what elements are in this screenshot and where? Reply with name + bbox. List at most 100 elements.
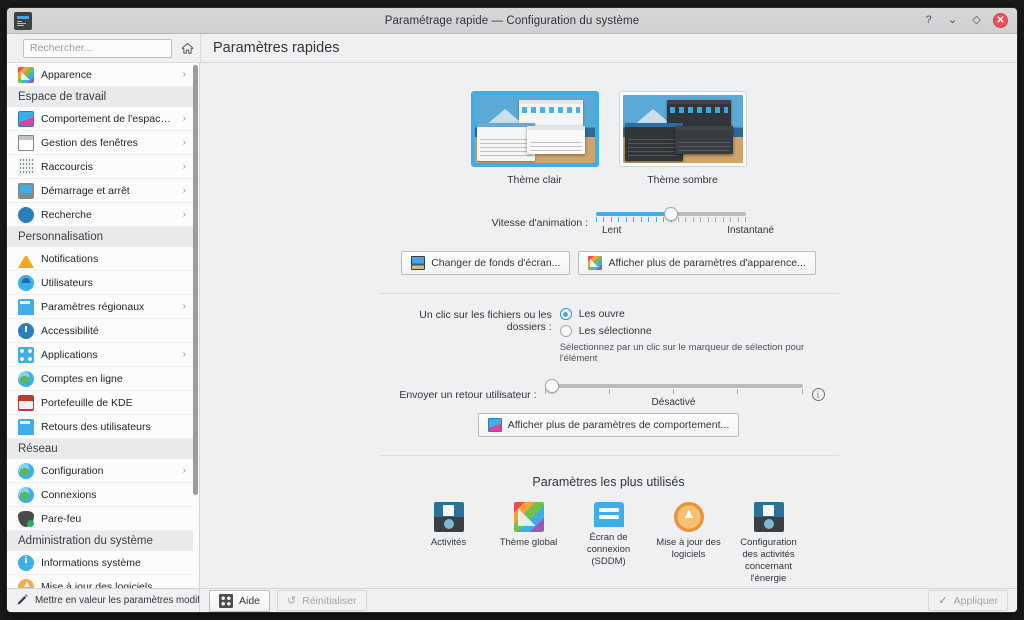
more-appearance-settings-button[interactable]: Afficher plus de paramètres d'apparence.…	[578, 251, 816, 275]
wallpaper-icon	[411, 256, 426, 270]
sidebar-item-utilisateurs[interactable]: Utilisateurs	[7, 271, 193, 295]
theme-tile-dark[interactable]: Thème sombre	[618, 91, 747, 186]
sidebar-item-param-tres-r-gionaux[interactable]: Paramètres régionaux ›	[7, 295, 193, 319]
global-theme-icon	[513, 502, 544, 532]
info-icon[interactable]: i	[811, 388, 825, 401]
change-wallpaper-button[interactable]: Changer de fonds d'écran...	[401, 251, 571, 275]
sidebar-item-label: Connexions	[41, 488, 97, 501]
sidebar-item-connexions[interactable]: Connexions	[7, 483, 193, 507]
help-icon[interactable]: ?	[921, 13, 936, 28]
sidebar-item-retours-des-utilisateurs[interactable]: Retours des utilisateurs	[7, 415, 193, 439]
most-used-item-0[interactable]: Activités	[415, 502, 483, 585]
sidebar-item-informations-syst-me[interactable]: Informations système	[7, 551, 193, 575]
slider-tick	[663, 217, 665, 222]
user-feedback-state: Désactivé	[545, 397, 803, 411]
radio-button[interactable]	[559, 325, 572, 337]
sidebar-item-apparence[interactable]: Apparence ›	[7, 63, 193, 87]
sidebar-item-mise-jour-des-logiciels[interactable]: Mise à jour des logiciels	[7, 575, 193, 588]
kde-wallet-icon	[18, 394, 34, 411]
bell-icon	[18, 252, 34, 268]
chevron-right-icon: ›	[182, 69, 186, 80]
most-used-item-3[interactable]: Mise à jour des logiciels	[655, 502, 723, 585]
slider-tick	[685, 217, 687, 222]
most-used-item-1[interactable]: Thème global	[495, 502, 563, 585]
chevron-right-icon: ›	[182, 113, 186, 124]
theme-preview-image[interactable]	[618, 91, 747, 167]
maximize-icon[interactable]: ◇	[969, 13, 984, 28]
sidebar-item-label: Apparence	[41, 68, 92, 81]
most-used-title: Paramètres les plus utilisés	[532, 475, 685, 489]
title-bar[interactable]: Paramétrage rapide — Configuration du sy…	[7, 8, 1017, 34]
theme-label: Thème sombre	[647, 174, 718, 186]
click-behavior-options: Les ouvre Les sélectionne	[559, 308, 839, 337]
sidebar-item-accessibilit[interactable]: Accessibilité	[7, 319, 193, 343]
chevron-right-icon: ›	[182, 349, 186, 360]
sidebar-item-configuration[interactable]: Configuration ›	[7, 459, 193, 483]
slider-tick	[737, 389, 739, 394]
sidebar-section-header: Espace de travail	[7, 87, 193, 107]
applications-icon	[18, 346, 34, 363]
sidebar-scrollbar[interactable]	[193, 65, 198, 495]
chevron-right-icon: ›	[182, 301, 186, 312]
user-feedback-icon	[18, 418, 34, 435]
appearance-button-row: Changer de fonds d'écran... Afficher plus…	[401, 251, 816, 275]
help-button[interactable]: Aide	[209, 589, 271, 612]
slider-handle[interactable]	[544, 379, 559, 393]
click-behavior-option-0[interactable]: Les ouvre	[559, 308, 839, 320]
window-controls: ? ⌄ ◇ ✕	[921, 13, 1017, 28]
reset-button[interactable]: ↺ Réinitialiser	[277, 590, 367, 611]
click-behavior-option-1[interactable]: Les sélectionne	[559, 325, 839, 337]
sidebar-item-raccourcis[interactable]: Raccourcis ›	[7, 155, 193, 179]
slider-tick	[640, 217, 642, 222]
sidebar-item-comptes-en-ligne[interactable]: Comptes en ligne	[7, 367, 193, 391]
animation-speed-row: Vitesse d'animation : Lent Instantané	[471, 206, 774, 239]
undo-icon: ↺	[287, 595, 297, 607]
most-used-item-2[interactable]: Écran de connexion (SDDM)	[575, 502, 643, 585]
sidebar-item-d-marrage-et-arr-t[interactable]: Démarrage et arrêt ›	[7, 179, 193, 203]
apply-button[interactable]: ✓ Appliquer	[928, 590, 1008, 611]
slider-tick	[655, 217, 657, 222]
theme-preview-image[interactable]	[470, 91, 599, 167]
app-icon	[14, 11, 32, 30]
feedback-state-label: Désactivé	[651, 397, 696, 408]
home-icon[interactable]	[178, 39, 197, 58]
slider-tick	[737, 217, 739, 222]
most-used-list: Activités Thème global Écran de connexion …	[415, 502, 803, 585]
sidebar-item-comportement-de-l-espace[interactable]: Comportement de l'espace ... ›	[7, 107, 193, 131]
divider-behavior	[378, 455, 839, 456]
sidebar-item-applications[interactable]: Applications ›	[7, 343, 193, 367]
slider-tick	[610, 217, 612, 222]
sidebar-section-header: Réseau	[7, 439, 193, 459]
minimize-icon[interactable]: ⌄	[945, 13, 960, 28]
radio-button[interactable]	[559, 308, 572, 320]
most-used-item-4[interactable]: Configuration des activités concernant l…	[735, 502, 803, 585]
sidebar-item-portefeuille-de-kde[interactable]: Portefeuille de KDE	[7, 391, 193, 415]
firewall-icon	[18, 510, 34, 527]
slider-handle[interactable]	[664, 207, 678, 221]
hamburger-icon[interactable]	[13, 38, 17, 58]
animation-speed-slider[interactable]	[596, 206, 746, 222]
activities-icon	[433, 502, 464, 532]
behavior-icon	[487, 418, 502, 432]
online-accounts-icon	[18, 370, 34, 387]
close-icon[interactable]: ✕	[993, 13, 1008, 28]
sidebar-item-label: Utilisateurs	[41, 276, 93, 289]
highlight-changed-settings-toggle[interactable]: Mettre en valeur les paramètres modifié	[7, 589, 200, 612]
startup-shutdown-icon	[18, 182, 34, 199]
main-content: Thème clair Thème sombre Vitesse d'animat…	[200, 63, 1017, 588]
sidebar-item-recherche[interactable]: Recherche ›	[7, 203, 193, 227]
theme-tile-light[interactable]: Thème clair	[470, 91, 599, 186]
sidebar-item-notifications[interactable]: Notifications	[7, 247, 193, 271]
sidebar-list: Apparence › Espace de travail Comportement …	[7, 63, 193, 588]
sidebar-item-pare-feu[interactable]: Pare-feu	[7, 507, 193, 531]
help-icon	[219, 593, 233, 608]
search-input[interactable]	[23, 38, 172, 58]
more-behavior-settings-button[interactable]: Afficher plus de paramètres de comportem…	[477, 413, 740, 437]
slider-tick	[618, 217, 620, 222]
navigation-toolbar	[7, 34, 200, 62]
user-feedback-slider[interactable]	[544, 378, 803, 394]
sidebar-item-gestion-des-fen-tres[interactable]: Gestion des fenêtres ›	[7, 131, 193, 155]
most-used-label: Mise à jour des logiciels	[656, 537, 721, 560]
sidebar-item-label: Mise à jour des logiciels	[41, 580, 153, 589]
chevron-right-icon: ›	[182, 161, 186, 172]
